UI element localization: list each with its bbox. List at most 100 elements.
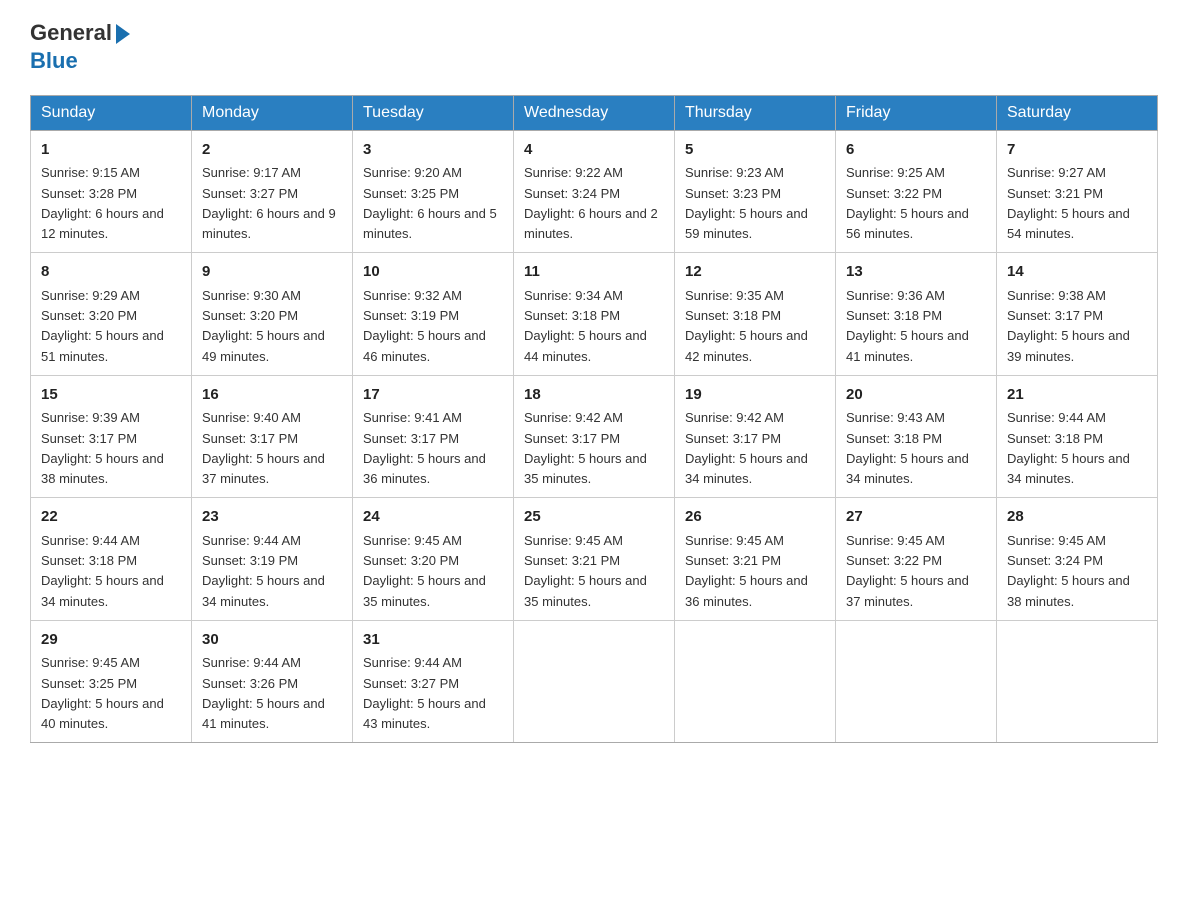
day-number: 4 bbox=[524, 139, 664, 162]
day-number: 25 bbox=[524, 506, 664, 529]
day-number: 28 bbox=[1007, 506, 1147, 529]
calendar-week-row: 8Sunrise: 9:29 AMSunset: 3:20 PMDaylight… bbox=[31, 253, 1158, 376]
sunrise-info: Sunrise: 9:41 AM bbox=[363, 410, 462, 425]
sunset-info: Sunset: 3:27 PM bbox=[363, 676, 459, 691]
sunrise-info: Sunrise: 9:45 AM bbox=[41, 655, 140, 670]
sunrise-info: Sunrise: 9:44 AM bbox=[1007, 410, 1106, 425]
day-number: 20 bbox=[846, 384, 986, 407]
day-number: 10 bbox=[363, 261, 503, 284]
sunrise-info: Sunrise: 9:32 AM bbox=[363, 288, 462, 303]
day-number: 5 bbox=[685, 139, 825, 162]
calendar-week-row: 1Sunrise: 9:15 AMSunset: 3:28 PMDaylight… bbox=[31, 130, 1158, 253]
sunset-info: Sunset: 3:20 PM bbox=[202, 308, 298, 323]
daylight-info: Daylight: 5 hours and 40 minutes. bbox=[41, 696, 164, 731]
logo-text-blue: Blue bbox=[30, 48, 78, 74]
calendar-table: SundayMondayTuesdayWednesdayThursdayFrid… bbox=[30, 95, 1158, 744]
sunset-info: Sunset: 3:18 PM bbox=[41, 553, 137, 568]
day-number: 27 bbox=[846, 506, 986, 529]
daylight-info: Daylight: 5 hours and 38 minutes. bbox=[41, 451, 164, 486]
sunrise-info: Sunrise: 9:29 AM bbox=[41, 288, 140, 303]
weekday-header-thursday: Thursday bbox=[675, 95, 836, 130]
daylight-info: Daylight: 5 hours and 34 minutes. bbox=[685, 451, 808, 486]
day-number: 18 bbox=[524, 384, 664, 407]
weekday-header-sunday: Sunday bbox=[31, 95, 192, 130]
calendar-cell: 26Sunrise: 9:45 AMSunset: 3:21 PMDayligh… bbox=[675, 498, 836, 621]
sunset-info: Sunset: 3:28 PM bbox=[41, 186, 137, 201]
daylight-info: Daylight: 5 hours and 38 minutes. bbox=[1007, 573, 1130, 608]
day-number: 31 bbox=[363, 629, 503, 652]
sunset-info: Sunset: 3:17 PM bbox=[685, 431, 781, 446]
calendar-cell: 15Sunrise: 9:39 AMSunset: 3:17 PMDayligh… bbox=[31, 375, 192, 498]
calendar-cell: 23Sunrise: 9:44 AMSunset: 3:19 PMDayligh… bbox=[192, 498, 353, 621]
calendar-cell: 29 Sunrise: 9:45 AM Sunset: 3:25 PM Dayligh… bbox=[31, 620, 192, 743]
weekday-header-tuesday: Tuesday bbox=[353, 95, 514, 130]
sunset-info: Sunset: 3:25 PM bbox=[363, 186, 459, 201]
calendar-week-row: 15Sunrise: 9:39 AMSunset: 3:17 PMDayligh… bbox=[31, 375, 1158, 498]
daylight-info: Daylight: 5 hours and 44 minutes. bbox=[524, 328, 647, 363]
day-number: 14 bbox=[1007, 261, 1147, 284]
daylight-info: Daylight: 5 hours and 34 minutes. bbox=[41, 573, 164, 608]
calendar-cell: 10Sunrise: 9:32 AMSunset: 3:19 PMDayligh… bbox=[353, 253, 514, 376]
calendar-cell: 3Sunrise: 9:20 AMSunset: 3:25 PMDaylight… bbox=[353, 130, 514, 253]
daylight-info: Daylight: 5 hours and 49 minutes. bbox=[202, 328, 325, 363]
day-number: 3 bbox=[363, 139, 503, 162]
sunrise-info: Sunrise: 9:42 AM bbox=[524, 410, 623, 425]
sunrise-info: Sunrise: 9:17 AM bbox=[202, 165, 301, 180]
logo-triangle-icon bbox=[116, 24, 130, 44]
daylight-info: Daylight: 5 hours and 35 minutes. bbox=[363, 573, 486, 608]
sunset-info: Sunset: 3:18 PM bbox=[685, 308, 781, 323]
sunset-info: Sunset: 3:27 PM bbox=[202, 186, 298, 201]
calendar-cell: 4Sunrise: 9:22 AMSunset: 3:24 PMDaylight… bbox=[514, 130, 675, 253]
sunset-info: Sunset: 3:22 PM bbox=[846, 186, 942, 201]
daylight-info: Daylight: 5 hours and 51 minutes. bbox=[41, 328, 164, 363]
daylight-info: Daylight: 5 hours and 35 minutes. bbox=[524, 451, 647, 486]
sunrise-info: Sunrise: 9:36 AM bbox=[846, 288, 945, 303]
day-number: 2 bbox=[202, 139, 342, 162]
sunset-info: Sunset: 3:17 PM bbox=[1007, 308, 1103, 323]
calendar-cell: 27 Sunrise: 9:45 AM Sunset: 3:22 PM Dayligh… bbox=[836, 498, 997, 621]
sunrise-info: Sunrise: 9:44 AM bbox=[41, 533, 140, 548]
sunset-info: Sunset: 3:18 PM bbox=[846, 431, 942, 446]
calendar-cell bbox=[836, 620, 997, 743]
sunrise-info: Sunrise: 9:42 AM bbox=[685, 410, 784, 425]
calendar-cell: 19Sunrise: 9:42 AMSunset: 3:17 PMDayligh… bbox=[675, 375, 836, 498]
calendar-cell bbox=[675, 620, 836, 743]
sunrise-info: Sunrise: 9:44 AM bbox=[202, 533, 301, 548]
sunset-info: Sunset: 3:23 PM bbox=[685, 186, 781, 201]
day-number: 22 bbox=[41, 506, 181, 529]
calendar-cell: 2 Sunrise: 9:17 AM Sunset: 3:27 PM Daylight… bbox=[192, 130, 353, 253]
sunset-info: Sunset: 3:17 PM bbox=[41, 431, 137, 446]
day-number: 23 bbox=[202, 506, 342, 529]
day-number: 1 bbox=[41, 139, 181, 162]
calendar-cell: 9Sunrise: 9:30 AMSunset: 3:20 PMDaylight… bbox=[192, 253, 353, 376]
day-number: 9 bbox=[202, 261, 342, 284]
calendar-cell: 21Sunrise: 9:44 AMSunset: 3:18 PMDayligh… bbox=[997, 375, 1158, 498]
sunset-info: Sunset: 3:26 PM bbox=[202, 676, 298, 691]
calendar-week-row: 22 Sunrise: 9:44 AM Sunset: 3:18 PM Dayligh… bbox=[31, 498, 1158, 621]
sunset-info: Sunset: 3:20 PM bbox=[41, 308, 137, 323]
calendar-cell: 18Sunrise: 9:42 AMSunset: 3:17 PMDayligh… bbox=[514, 375, 675, 498]
daylight-info: Daylight: 5 hours and 42 minutes. bbox=[685, 328, 808, 363]
daylight-info: Daylight: 5 hours and 41 minutes. bbox=[202, 696, 325, 731]
logo: General Blue bbox=[30, 20, 130, 75]
sunrise-info: Sunrise: 9:45 AM bbox=[846, 533, 945, 548]
daylight-info: Daylight: 5 hours and 37 minutes. bbox=[846, 573, 969, 608]
sunset-info: Sunset: 3:18 PM bbox=[846, 308, 942, 323]
sunset-info: Sunset: 3:22 PM bbox=[846, 553, 942, 568]
sunset-info: Sunset: 3:25 PM bbox=[41, 676, 137, 691]
calendar-cell: 24Sunrise: 9:45 AMSunset: 3:20 PMDayligh… bbox=[353, 498, 514, 621]
sunrise-info: Sunrise: 9:20 AM bbox=[363, 165, 462, 180]
daylight-info: Daylight: 5 hours and 36 minutes. bbox=[363, 451, 486, 486]
sunrise-info: Sunrise: 9:23 AM bbox=[685, 165, 784, 180]
sunrise-info: Sunrise: 9:39 AM bbox=[41, 410, 140, 425]
day-number: 24 bbox=[363, 506, 503, 529]
day-number: 6 bbox=[846, 139, 986, 162]
sunrise-info: Sunrise: 9:44 AM bbox=[202, 655, 301, 670]
weekday-header-friday: Friday bbox=[836, 95, 997, 130]
daylight-info: Daylight: 5 hours and 37 minutes. bbox=[202, 451, 325, 486]
calendar-cell bbox=[514, 620, 675, 743]
sunrise-info: Sunrise: 9:45 AM bbox=[685, 533, 784, 548]
sunrise-info: Sunrise: 9:43 AM bbox=[846, 410, 945, 425]
day-number: 29 bbox=[41, 629, 181, 652]
daylight-info: Daylight: 6 hours and 9 minutes. bbox=[202, 206, 336, 241]
